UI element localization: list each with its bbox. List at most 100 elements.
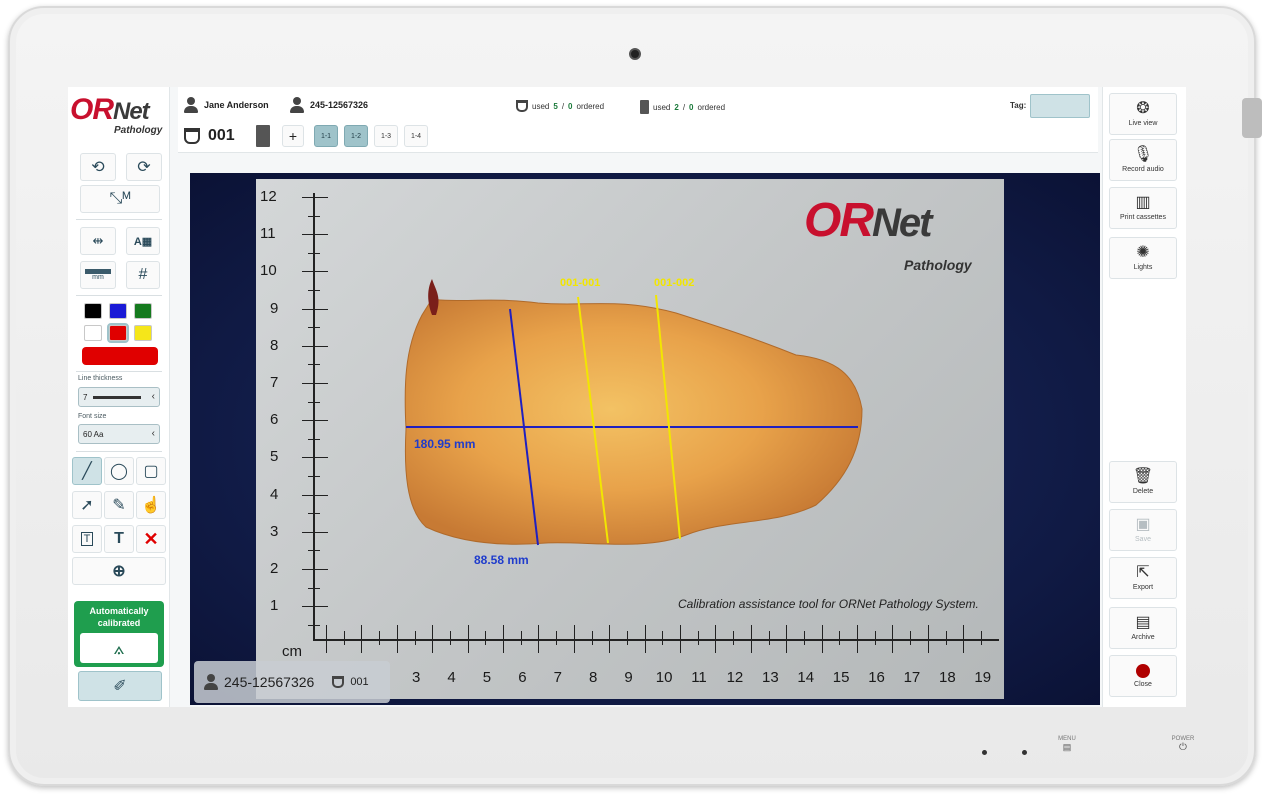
save-button[interactable]: ▣ Save: [1109, 509, 1177, 551]
chip-label: 1-4: [410, 132, 422, 140]
print-cassette-icon: ▥: [1135, 194, 1151, 211]
app-logo: ORNet Pathology: [70, 93, 168, 143]
cassettes-used-count: 2: [674, 102, 679, 112]
width-measurement-label: 88.58 mm: [474, 553, 529, 567]
print-cassettes-button[interactable]: ▥ Print cassettes: [1109, 187, 1177, 229]
cassette-stack-icon: [256, 125, 270, 147]
color-swatch-yellow[interactable]: [134, 325, 152, 341]
close-label: Close: [1134, 681, 1152, 688]
calibrate-pencil-icon: ✐: [113, 678, 127, 695]
live-view-button[interactable]: ❂ Live view: [1109, 93, 1177, 135]
redo-button[interactable]: ⟳: [126, 153, 162, 181]
chip-label: 1-3: [380, 132, 392, 140]
clear-annotations-button[interactable]: ✕: [136, 525, 166, 553]
hand-pointer-icon: ☝: [141, 497, 161, 514]
user-info: Jane Anderson: [184, 97, 269, 113]
logo-dark: Net: [113, 98, 150, 125]
specimen-photo[interactable]: 12 11 10 9 8 7 6 5 4 3 2 1 3 4 5 6 7 8 9 10 11 12 13 14 15 16 17 1…: [256, 179, 1004, 699]
grid-button[interactable]: #: [126, 261, 160, 289]
calibrate-ruler-button[interactable]: ⇹: [80, 227, 116, 255]
cassette-usage: used 2/0 ordered: [640, 100, 725, 114]
save-icon: ▣: [1135, 516, 1151, 533]
line-thickness-value: 7: [83, 392, 88, 402]
calibration-compass-button[interactable]: ⟑: [80, 633, 158, 663]
webcam-icon: [629, 48, 641, 60]
overlay-case-id: 245-12567326: [224, 674, 315, 690]
rectangle-icon: ▢: [143, 463, 159, 480]
chevron-left-icon: ‹: [151, 428, 155, 439]
cassette-chip-1-3[interactable]: 1-3: [374, 125, 398, 147]
power-icon: ⏻: [1179, 742, 1187, 753]
color-swatch-green[interactable]: [134, 303, 152, 319]
line-icon: ╱: [82, 463, 92, 480]
live-view-label: Live view: [1128, 120, 1158, 127]
export-icon: ⇱: [1136, 564, 1150, 581]
chip-label: 1-2: [350, 132, 362, 140]
logo-red: OR: [70, 93, 114, 126]
color-swatch-blue[interactable]: [109, 303, 127, 319]
text-ocr-button[interactable]: A▦: [126, 227, 160, 255]
image-viewer[interactable]: 12 11 10 9 8 7 6 5 4 3 2 1 3 4 5 6 7 8 9 10 11 12 13 14 15 16 17 1…: [190, 173, 1100, 705]
cassette-chip-1-4[interactable]: 1-4: [404, 125, 428, 147]
compass-icon: ⟑: [113, 637, 125, 658]
text-box-tool-button[interactable]: T: [72, 525, 102, 553]
zoom-button[interactable]: ⊕: [72, 557, 166, 585]
arrow-icon: ➚: [80, 497, 94, 514]
color-swatch-red[interactable]: [107, 323, 129, 343]
monitor-side-edge: [1242, 98, 1262, 138]
freehand-tool-button[interactable]: ✎: [104, 491, 134, 519]
line-tool-button[interactable]: ╱: [72, 457, 102, 485]
containers-ordered-count: 0: [568, 101, 573, 111]
delete-button[interactable]: 🗑 Delete: [1109, 461, 1177, 503]
aperture-icon: ❂: [1136, 100, 1150, 117]
undo-button[interactable]: ⟲: [80, 153, 116, 181]
color-swatch-black[interactable]: [84, 303, 102, 319]
cassette-chip-1-2[interactable]: 1-2: [344, 125, 368, 147]
text-icon: T: [114, 530, 124, 547]
case-overlay: 245-12567326 001: [194, 661, 390, 703]
record-audio-button[interactable]: 🎙 Record audio: [1109, 139, 1177, 181]
case-id: 245-12567326: [310, 100, 369, 110]
patient-record-icon: [290, 97, 304, 113]
font-size-slider[interactable]: 60 Aa ‹: [78, 424, 160, 444]
line-thickness-label: Line thickness: [78, 375, 123, 382]
trash-icon: 🗑: [1132, 468, 1154, 485]
grid-icon: #: [138, 266, 148, 283]
selected-color-preview: [82, 347, 158, 365]
export-button[interactable]: ⇱ Export: [1109, 557, 1177, 599]
plus-icon: +: [288, 128, 298, 144]
line-thickness-slider[interactable]: 7 ‹: [78, 387, 160, 407]
container-usage: used 5/0 ordered: [516, 100, 604, 112]
print-cassettes-label: Print cassettes: [1120, 214, 1166, 221]
manual-calibration-button[interactable]: ✐: [78, 671, 162, 701]
archive-button[interactable]: ▤ Archive: [1109, 607, 1177, 649]
arrow-tool-button[interactable]: ➚: [72, 491, 102, 519]
color-swatch-white[interactable]: [84, 325, 102, 341]
cassettes-used-label: used: [653, 102, 671, 112]
circle-tool-button[interactable]: ◯: [104, 457, 134, 485]
close-button[interactable]: Close: [1109, 655, 1177, 697]
photo-caption: Calibration assistance tool for ORNet Pa…: [678, 597, 979, 611]
export-label: Export: [1132, 584, 1154, 591]
close-dot-icon: [1136, 664, 1150, 678]
cassette-chip-1-1[interactable]: 1-1: [314, 125, 338, 147]
app-screen: ORNet Pathology ⟲ ⟳ ⤡ᴹ ⇹ A▦ mm # Line th…: [68, 87, 1186, 707]
containers-used-label: used: [532, 101, 550, 111]
logo-wordmark: ORNet: [70, 93, 150, 127]
rectangle-tool-button[interactable]: ▢: [136, 457, 166, 485]
menu-button[interactable]: MENU ▤: [1054, 736, 1080, 753]
divider: [76, 219, 162, 220]
measure-tool-button[interactable]: ⤡ᴹ: [80, 185, 160, 213]
unit-button[interactable]: mm: [80, 261, 116, 289]
zoom-in-icon: ⊕: [112, 563, 126, 580]
text-tool-button[interactable]: T: [104, 525, 134, 553]
bezel-led-2: [1022, 750, 1027, 755]
tag-input[interactable]: [1030, 94, 1090, 118]
calibration-panel: Automatically calibrated ⟑: [74, 601, 164, 667]
pointer-tool-button[interactable]: ☝: [136, 491, 166, 519]
add-cassette-button[interactable]: +: [282, 125, 304, 147]
lights-button[interactable]: ✺ Lights: [1109, 237, 1177, 279]
power-button[interactable]: POWER ⏻: [1170, 736, 1196, 753]
pen-icon: ✎: [112, 497, 126, 514]
user-name: Jane Anderson: [204, 100, 269, 110]
